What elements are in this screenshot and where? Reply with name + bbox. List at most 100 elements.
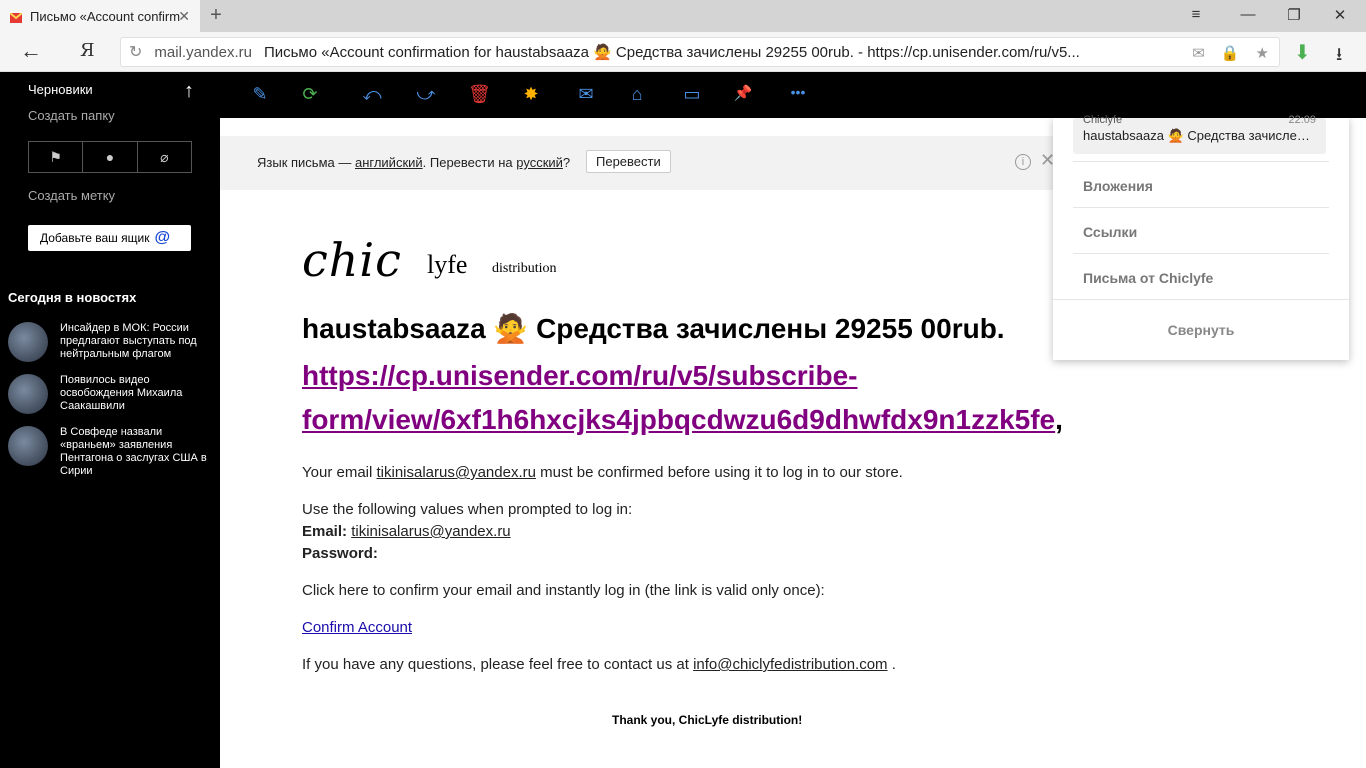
password-line: Password:: [302, 545, 378, 562]
link-line-2: form/view/6xf1h6hxcjks4jpbqcdwzu6d9dhwfd…: [302, 404, 1056, 435]
info-icon[interactable]: i: [1015, 154, 1031, 170]
translate-middle: . Перевести на: [422, 155, 517, 170]
refresh-icon[interactable]: ⟳: [299, 84, 321, 105]
news-text: Появилось видео освобождения Михаила Саа…: [60, 374, 183, 412]
p1-suffix: must be confirmed before using it to log…: [535, 464, 903, 481]
translate-prefix: Язык письма —: [257, 155, 355, 170]
back-button[interactable]: ←: [20, 38, 42, 64]
filter-group: ⚑ ● ⌀: [28, 141, 192, 173]
news-item[interactable]: Инсайдер в МОК: России предлагают выступ…: [8, 322, 213, 370]
url-domain: mail.yandex.ru: [154, 43, 252, 61]
confirm-account-link[interactable]: Confirm Account: [302, 619, 412, 636]
news-item[interactable]: В Совфеде назвали «враньем» заявления Пе…: [8, 426, 213, 477]
divider: [1073, 207, 1329, 208]
password-label: Password:: [302, 545, 378, 562]
tab-title: Письмо «Account confirm: [30, 8, 180, 24]
confirm-line: Confirm Account: [302, 619, 412, 636]
contact-email-link[interactable]: info@chiclyfedistribution.com: [693, 656, 887, 673]
news-thumbnail: [8, 426, 48, 466]
folder-drafts[interactable]: Черновики: [28, 82, 93, 97]
download-manager-icon[interactable]: ⬇: [1294, 40, 1311, 65]
letters-from-link[interactable]: Письма от Chiclyfe: [1083, 270, 1213, 286]
menu-icon[interactable]: ≡: [1186, 6, 1206, 23]
p4-prefix: If you have any questions, please feel f…: [302, 656, 694, 673]
flag-icon[interactable]: ⚑: [29, 142, 84, 172]
news-thumbnail: [8, 322, 48, 362]
pin-icon[interactable]: 📌: [732, 84, 754, 102]
compose-icon[interactable]: ✎: [249, 84, 271, 105]
translate-button[interactable]: Перевести: [586, 150, 671, 173]
add-mailbox-label: Добавьте ваш ящик: [40, 231, 150, 245]
attachment-icon[interactable]: ⌀: [138, 142, 191, 172]
folder-icon[interactable]: ▭: [681, 84, 703, 105]
news-item[interactable]: Появилось видео освобождения Михаила Саа…: [8, 374, 213, 422]
p4-suffix: .: [887, 656, 896, 673]
reload-icon[interactable]: ↻: [129, 42, 142, 62]
more-icon[interactable]: •••: [783, 84, 813, 100]
news-text: Инсайдер в МОК: России предлагают выступ…: [60, 322, 197, 360]
paragraph-click: Click here to confirm your email and ins…: [302, 582, 825, 599]
subscribe-link[interactable]: https://cp.unisender.com/ru/v5/subscribe…: [302, 360, 1055, 435]
scroll-up-icon[interactable]: ↑: [184, 80, 194, 103]
link-line-1: https://cp.unisender.com/ru/v5/subscribe…: [302, 360, 858, 391]
page-title: Письмо «Account confirmation for haustab…: [263, 44, 1080, 61]
minimize-icon[interactable]: —: [1238, 6, 1258, 23]
thread-panel: Chiclyfe 22:09 haustabsaaza 🙅 Средства з…: [1053, 114, 1349, 360]
spam-icon[interactable]: ✸: [520, 84, 542, 105]
unread-dot-icon[interactable]: ●: [83, 142, 138, 172]
logo-chic: chic: [302, 233, 402, 287]
address-bar: ← Я ↻ mail.yandex.ru Письмо «Account con…: [0, 32, 1366, 72]
divider: [1053, 299, 1349, 300]
news-heading: Сегодня в новостях: [8, 290, 137, 305]
links-link[interactable]: Ссылки: [1083, 224, 1137, 240]
create-folder-link[interactable]: Создать папку: [28, 108, 115, 123]
new-tab-button[interactable]: +: [206, 4, 226, 27]
window-close-icon[interactable]: ✕: [1330, 6, 1350, 24]
restore-icon[interactable]: ❐: [1284, 6, 1304, 24]
yandex-mail-icon: [9, 11, 23, 23]
email-line: Email: tikinisalarus@yandex.ru: [302, 523, 511, 540]
email-address-link[interactable]: tikinisalarus@yandex.ru: [377, 464, 536, 481]
forward-icon[interactable]: ⤻: [415, 84, 437, 105]
yandex-button[interactable]: Я: [80, 40, 95, 61]
thread-message[interactable]: Chiclyfe 22:09 haustabsaaza 🙅 Средства з…: [1073, 114, 1326, 154]
lock-icon[interactable]: 🔒: [1221, 44, 1240, 62]
link-comma: ,: [1055, 404, 1063, 435]
add-mailbox-button[interactable]: Добавьте ваш ящик @: [28, 225, 191, 251]
archive-icon[interactable]: ⌂: [626, 84, 648, 105]
collapse-button[interactable]: Свернуть: [1053, 322, 1349, 338]
paragraph-contact: If you have any questions, please feel f…: [302, 656, 896, 673]
mail-toolbar: ✎ ⟳ ⤺ ⤻ 🗑 ✸ ✉ ⌂ ▭ 📌 •••: [220, 72, 1366, 118]
message-subject: haustabsaaza 🙅 Средства зачисле…: [1083, 128, 1310, 143]
mark-read-icon[interactable]: ✉: [575, 84, 597, 105]
logo-lyfe: lyfe: [427, 250, 468, 279]
message-time: 22:09: [1288, 114, 1316, 126]
reply-icon[interactable]: ⤺: [361, 84, 383, 105]
create-label-link[interactable]: Создать метку: [28, 188, 115, 203]
attachments-link[interactable]: Вложения: [1083, 178, 1153, 194]
translate-suffix: ?: [562, 155, 571, 170]
news-thumbnail: [8, 374, 48, 414]
thanks-signature: Thank you, ChicLyfe distribution!: [612, 713, 803, 727]
message-sender: Chiclyfe: [1083, 114, 1123, 126]
divider: [1073, 161, 1329, 162]
email-value-link[interactable]: tikinisalarus@yandex.ru: [351, 523, 510, 540]
tab-close-icon[interactable]: ✕: [178, 8, 190, 25]
email-label: Email:: [302, 523, 348, 540]
omnibox[interactable]: ↻ mail.yandex.ru Письмо «Account confirm…: [120, 37, 1280, 67]
left-sidebar: Черновики ↑ Создать папку ⚑ ● ⌀ Создать …: [0, 72, 220, 768]
email-big-link: https://cp.unisender.com/ru/v5/subscribe…: [302, 354, 1162, 442]
delete-icon[interactable]: 🗑: [468, 84, 491, 105]
email-subject: haustabsaaza 🙅 Средства зачислены 29255 …: [302, 313, 1005, 344]
mail-icon[interactable]: ✉: [1192, 44, 1205, 62]
downloads-icon[interactable]: ⭳: [1336, 42, 1342, 72]
divider: [1073, 253, 1329, 254]
bookmark-star-icon[interactable]: ★: [1256, 44, 1269, 62]
at-icon: @: [154, 229, 171, 246]
browser-tab[interactable]: Письмо «Account confirm ✕: [0, 0, 200, 32]
tab-strip: Письмо «Account confirm ✕ + ≡ — ❐ ✕: [0, 0, 1366, 32]
target-language-link[interactable]: русский: [516, 155, 563, 170]
translate-text: Язык письма — английский. Перевести на р…: [257, 155, 570, 170]
paragraph-values: Use the following values when prompted t…: [302, 501, 633, 518]
source-language-link[interactable]: английский: [355, 155, 423, 170]
